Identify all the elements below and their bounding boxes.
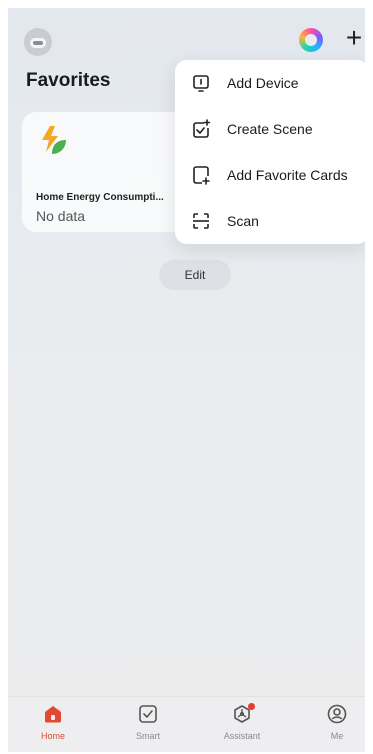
robot-avatar-icon[interactable] xyxy=(24,28,52,56)
tab-label: Assistant xyxy=(223,731,261,741)
scan-icon xyxy=(193,213,209,229)
tab-home[interactable]: Home xyxy=(18,703,88,749)
menu-item-add-device[interactable]: Add Device xyxy=(175,60,365,106)
ai-orb-icon[interactable] xyxy=(299,28,323,52)
menu-item-create-scene[interactable]: Create Scene xyxy=(175,106,365,152)
add-card-icon xyxy=(193,166,210,185)
add-button[interactable]: + xyxy=(341,24,365,54)
card-title: Home Energy Consumpti... xyxy=(36,192,164,203)
home-icon xyxy=(45,706,61,723)
bottom-tab-bar: Home Smart Assistant Me xyxy=(8,696,365,752)
device-icon xyxy=(193,75,209,92)
tab-smart[interactable]: Smart xyxy=(113,703,183,749)
tab-label: Me xyxy=(330,731,344,741)
notification-badge xyxy=(248,703,255,710)
menu-item-label: Add Favorite Cards xyxy=(227,167,348,183)
create-scene-icon xyxy=(193,119,211,138)
app-screen: + Favorites Home Energy Consumpti... No … xyxy=(8,8,365,752)
tab-label: Home xyxy=(40,731,65,741)
tab-assistant[interactable]: Assistant xyxy=(207,703,277,749)
page-title: Favorites xyxy=(26,70,111,91)
menu-item-label: Create Scene xyxy=(227,121,313,137)
menu-item-scan[interactable]: Scan xyxy=(175,198,365,244)
menu-item-add-favorite-cards[interactable]: Add Favorite Cards xyxy=(175,152,365,198)
checkbox-icon xyxy=(139,705,157,723)
tab-me[interactable]: Me xyxy=(302,703,365,749)
menu-item-label: Scan xyxy=(227,213,259,229)
energy-leaf-bolt-icon xyxy=(42,126,66,154)
menu-item-label: Add Device xyxy=(227,75,299,91)
profile-icon xyxy=(327,704,347,724)
edit-button[interactable]: Edit xyxy=(159,260,231,290)
add-menu: Add Device Create Scene Add Favorite Car… xyxy=(175,60,365,244)
card-value: No data xyxy=(36,208,86,224)
tab-label: Smart xyxy=(135,731,160,741)
